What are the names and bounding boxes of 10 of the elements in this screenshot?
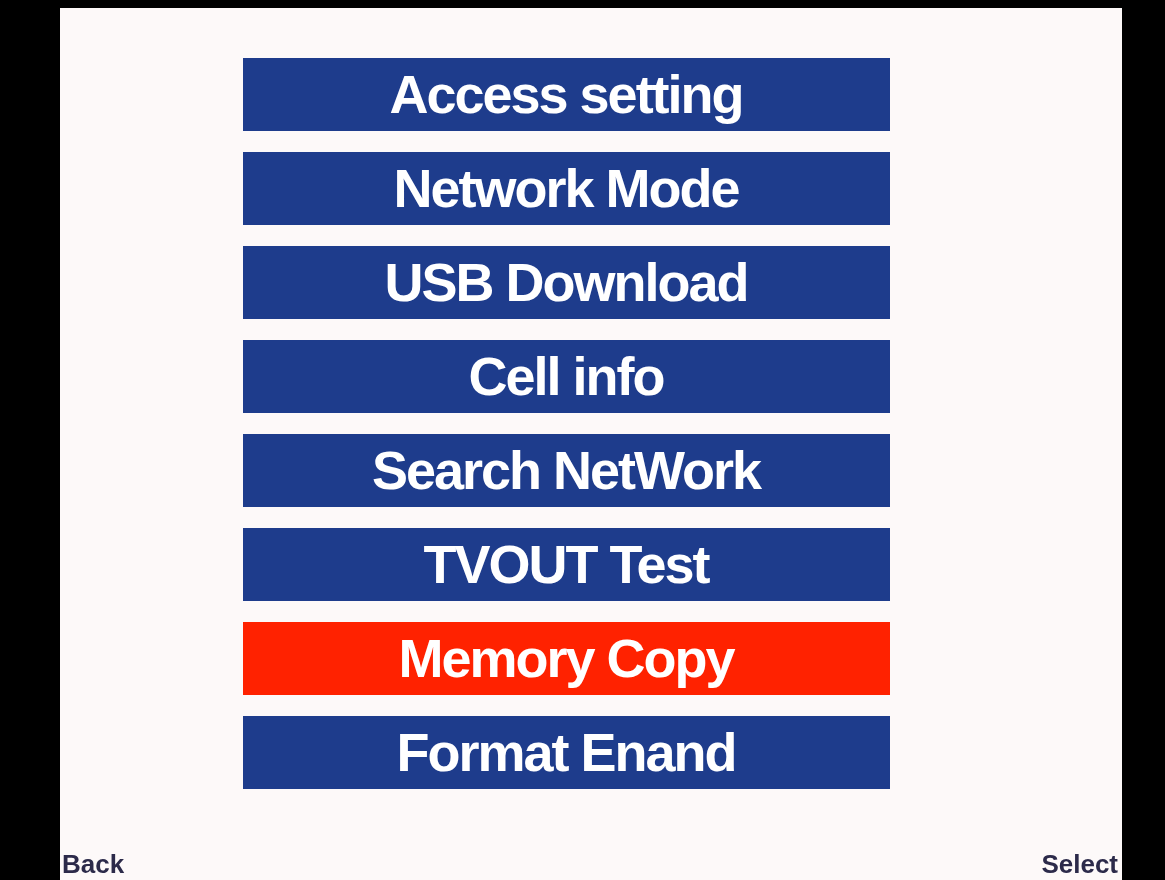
menu-item[interactable]: Memory Copy bbox=[242, 622, 890, 695]
menu-item[interactable]: Access setting bbox=[242, 58, 890, 131]
back-softkey[interactable]: Back bbox=[62, 848, 125, 880]
menu-item[interactable]: Format Enand bbox=[242, 716, 890, 789]
menu-item[interactable]: TVOUT Test bbox=[242, 528, 890, 601]
menu-item[interactable]: USB Download bbox=[242, 246, 890, 319]
select-softkey[interactable]: Select bbox=[1041, 848, 1118, 880]
menu-item[interactable]: Network Mode bbox=[242, 152, 890, 225]
menu-item[interactable]: Search NetWork bbox=[242, 434, 890, 507]
menu-item[interactable]: Cell info bbox=[242, 340, 890, 413]
